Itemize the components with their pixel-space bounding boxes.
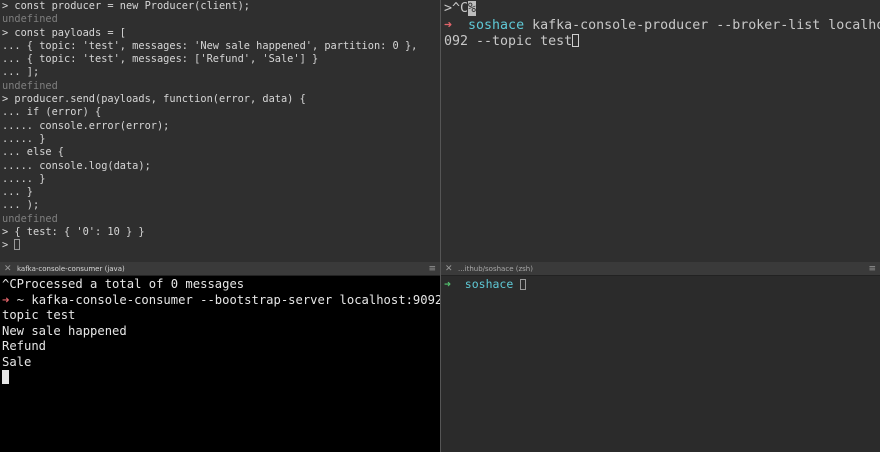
repl-code-line: > { test: { '0': 10 } } <box>2 226 145 239</box>
repl-code-line: ..... console.log(data); <box>2 159 151 172</box>
repl-code-line: ... { topic: 'test', messages: 'New sale… <box>2 39 418 52</box>
processed-line: ^CProcessed a total of 0 messages <box>2 277 245 291</box>
repl-code-line: ... { topic: 'test', messages: ['Refund'… <box>2 53 319 66</box>
prompt-arrow-icon: ➜ <box>444 277 451 291</box>
text-cursor <box>572 34 580 47</box>
text-cursor <box>520 279 527 290</box>
output-line: Sale <box>2 354 32 369</box>
repl-result-line: undefined <box>2 212 58 225</box>
repl-result-line: undefined <box>2 13 58 26</box>
prompt-directory: soshace <box>464 277 514 291</box>
pane-divider[interactable] <box>440 0 441 452</box>
close-icon[interactable]: ✕ <box>445 264 455 274</box>
repl-code-line: ... if (error) { <box>2 106 102 119</box>
producer-command-line-2: 092 --topic test <box>444 34 573 49</box>
output-line: Refund <box>2 339 47 353</box>
repl-code-line: > producer.send(payloads, function(error… <box>2 93 306 106</box>
node-repl-output: > const producer = new Producer(client);… <box>0 0 440 253</box>
consumer-tab-bar: ✕ kafka-console-consumer (java) ≡ <box>0 262 440 276</box>
consumer-command-line-2: topic test <box>2 308 76 322</box>
prompt-directory: soshace <box>468 17 525 33</box>
prompt-arrow-icon: ➜ <box>444 17 453 33</box>
node-repl-pane[interactable]: > const producer = new Producer(client);… <box>0 0 440 262</box>
menu-icon[interactable]: ≡ <box>868 264 876 274</box>
text-cursor <box>2 370 9 384</box>
repl-prompt: > <box>2 239 15 252</box>
producer-terminal-output: >^C% ➜ soshace kafka-console-producer --… <box>441 0 880 51</box>
zsh-terminal-output: ➜ soshace <box>441 276 880 292</box>
text-cursor <box>14 239 21 251</box>
zsh-terminal-pane[interactable]: ✕ ...ithub/soshace (zsh) ≡ ➜ soshace <box>441 262 880 452</box>
repl-code-line: ..... } <box>2 132 46 145</box>
repl-code-line: ... else { <box>2 146 64 159</box>
repl-code-line: ..... } <box>2 172 46 185</box>
producer-terminal-pane[interactable]: >^C% ➜ soshace kafka-console-producer --… <box>441 0 880 262</box>
producer-command-line-1: kafka-console-producer --broker-list loc… <box>524 17 880 33</box>
consumer-tab-title[interactable]: kafka-console-consumer (java) <box>17 265 428 273</box>
repl-code-line: > const producer = new Producer(client); <box>2 0 250 12</box>
repl-code-line: ... } <box>2 186 33 199</box>
repl-code-line: ... ); <box>2 199 40 212</box>
interrupt-prefix: >^C <box>444 1 469 16</box>
repl-code-line: > const payloads = [ <box>2 26 126 39</box>
repl-result-line: undefined <box>2 79 58 92</box>
zsh-tab-title[interactable]: ...ithub/soshace (zsh) <box>458 265 868 273</box>
consumer-command-line-1: ~ kafka-console-consumer --bootstrap-ser… <box>9 292 440 307</box>
interrupt-char: % <box>468 1 477 16</box>
consumer-terminal-pane[interactable]: ✕ kafka-console-consumer (java) ≡ ^CProc… <box>0 262 440 452</box>
output-line: New sale happened <box>2 323 127 338</box>
repl-code-line: ... ]; <box>2 66 40 79</box>
menu-icon[interactable]: ≡ <box>428 264 436 274</box>
consumer-terminal-output: ^CProcessed a total of 0 messages ➜ ~ ka… <box>0 276 440 387</box>
zsh-tab-bar: ✕ ...ithub/soshace (zsh) ≡ <box>441 262 880 276</box>
close-icon[interactable]: ✕ <box>4 264 14 274</box>
repl-code-line: ..... console.error(error); <box>2 119 170 132</box>
